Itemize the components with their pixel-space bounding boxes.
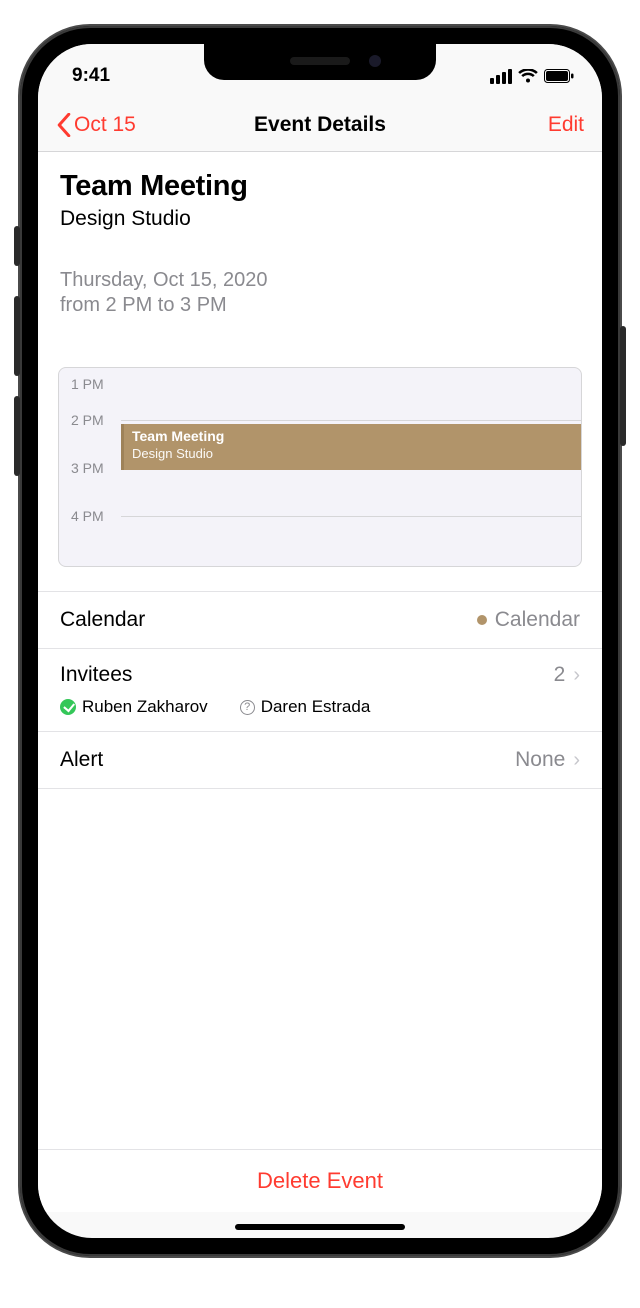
event-header: Team Meeting Design Studio Thursday, Oct…	[38, 170, 602, 337]
mute-switch	[14, 226, 20, 266]
invitees-row[interactable]: Invitees 2 › Ruben Zakharov ?	[38, 649, 602, 732]
event-block-sub: Design Studio	[132, 446, 573, 462]
hour-label: 4 PM	[71, 508, 104, 524]
battery-icon	[544, 69, 574, 83]
event-location: Design Studio	[60, 207, 580, 231]
status-time: 9:41	[72, 65, 110, 87]
alert-value: None	[515, 748, 565, 772]
alert-label: Alert	[60, 748, 103, 772]
event-title: Team Meeting	[60, 170, 580, 203]
calendar-color-dot	[477, 615, 487, 625]
invitees-list: Ruben Zakharov ? Daren Estrada	[60, 697, 580, 717]
calendar-row[interactable]: Calendar Calendar	[38, 591, 602, 649]
screen: 9:41 Oct 15 Event Details Edit	[38, 44, 602, 1238]
power-button	[620, 326, 626, 446]
invitee-item: Ruben Zakharov	[60, 697, 208, 717]
volume-up-button	[14, 296, 20, 376]
hour-label: 2 PM	[71, 412, 104, 428]
edit-button[interactable]: Edit	[548, 113, 584, 137]
chevron-left-icon	[56, 113, 72, 137]
invitee-name: Daren Estrada	[261, 697, 371, 717]
phone-frame: 9:41 Oct 15 Event Details Edit	[20, 26, 620, 1256]
calendar-label: Calendar	[60, 608, 145, 632]
calendar-value: Calendar	[495, 608, 580, 632]
chevron-right-icon: ›	[573, 664, 580, 687]
invitee-name: Ruben Zakharov	[82, 697, 208, 717]
invitees-label: Invitees	[60, 663, 132, 687]
pending-icon: ?	[240, 700, 255, 715]
volume-down-button	[14, 396, 20, 476]
event-time: from 2 PM to 3 PM	[60, 294, 580, 317]
hour-label: 1 PM	[71, 376, 104, 392]
notch	[204, 44, 436, 80]
delete-bar: Delete Event	[38, 1149, 602, 1212]
wifi-icon	[518, 69, 538, 84]
nav-bar: Oct 15 Event Details Edit	[38, 98, 602, 152]
event-block-title: Team Meeting	[132, 428, 573, 446]
alert-row[interactable]: Alert None ›	[38, 732, 602, 789]
accepted-icon	[60, 699, 76, 715]
event-date: Thursday, Oct 15, 2020	[60, 269, 580, 292]
invitee-item: ? Daren Estrada	[240, 697, 371, 717]
invitees-count: 2	[554, 663, 566, 687]
delete-event-button[interactable]: Delete Event	[257, 1168, 383, 1193]
chevron-right-icon: ›	[573, 749, 580, 772]
hour-label: 3 PM	[71, 460, 104, 476]
back-button[interactable]: Oct 15	[56, 113, 136, 137]
cellular-icon	[490, 69, 512, 84]
content: Team Meeting Design Studio Thursday, Oct…	[38, 152, 602, 1162]
back-label: Oct 15	[74, 113, 136, 137]
home-indicator[interactable]	[235, 1224, 405, 1230]
event-block[interactable]: Team Meeting Design Studio	[121, 424, 581, 470]
timeline[interactable]: 1 PM 2 PM 3 PM 4 PM Team Meeting Design …	[58, 367, 582, 567]
